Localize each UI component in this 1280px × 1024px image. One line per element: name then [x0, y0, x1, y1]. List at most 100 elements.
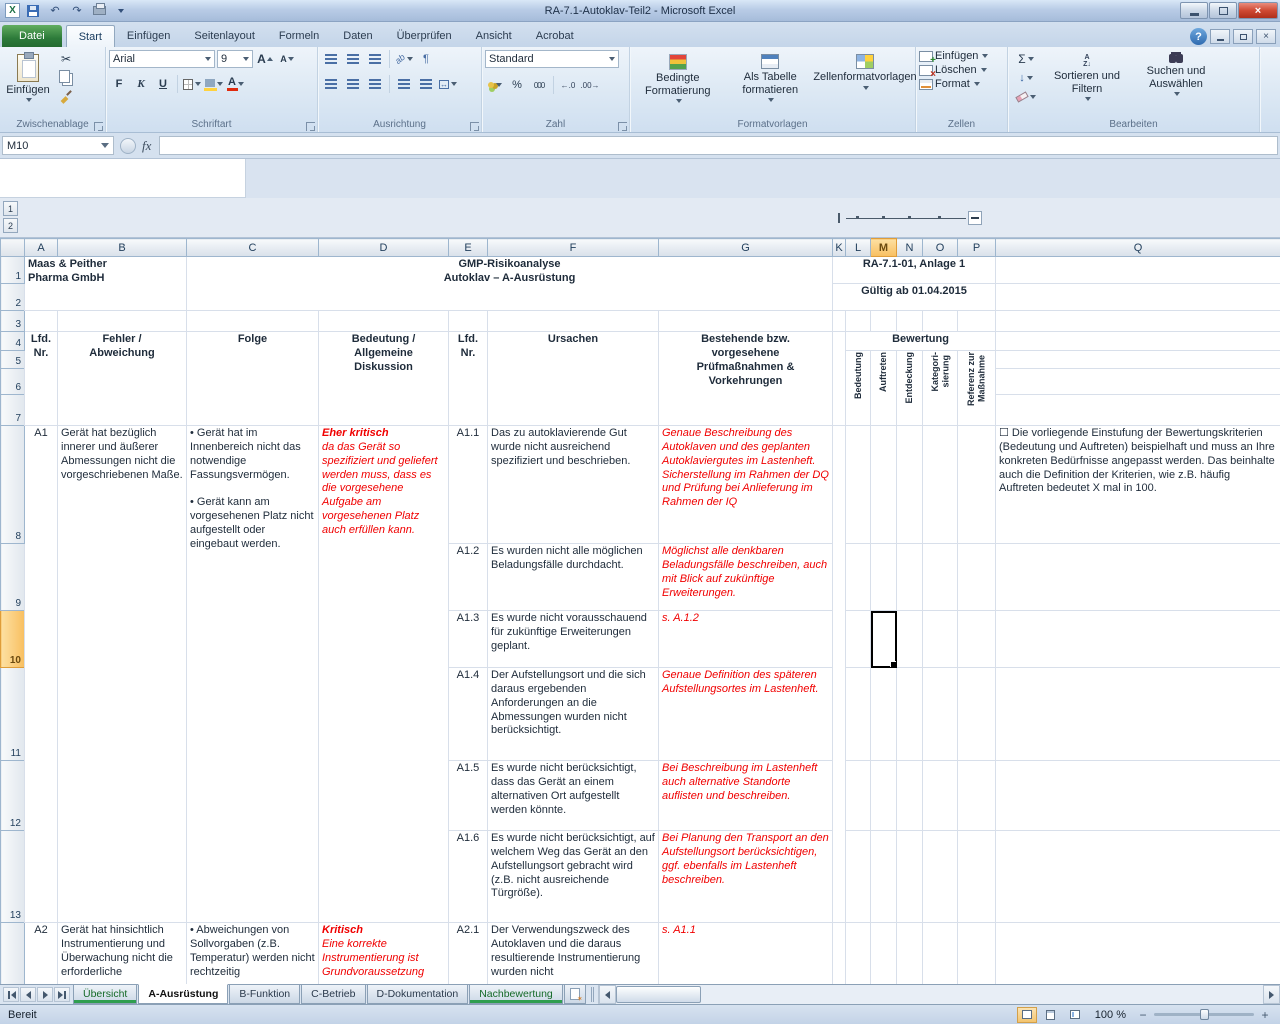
clipboard-dialog-launcher[interactable]: [94, 122, 103, 131]
cell-a1-4-id[interactable]: A1.4: [449, 668, 488, 761]
cell-l8[interactable]: [846, 426, 871, 544]
cell-o8[interactable]: [923, 426, 958, 544]
cell-l9[interactable]: [846, 544, 871, 611]
tab-acrobat[interactable]: Acrobat: [524, 25, 586, 47]
format-as-table-button[interactable]: Als Tabelle formatieren: [726, 50, 816, 107]
cell-q2[interactable]: [996, 284, 1280, 311]
format-painter-button[interactable]: [56, 88, 76, 106]
cell-l10[interactable]: [846, 611, 871, 668]
cell-d3[interactable]: [319, 311, 449, 332]
align-middle-button[interactable]: [343, 50, 363, 68]
cell-l11[interactable]: [846, 668, 871, 761]
cell-q9[interactable]: [996, 544, 1280, 611]
qat-customize-button[interactable]: [112, 2, 130, 19]
cell-a2-1-ursache[interactable]: Der Verwendungszweck des Autoklaven und …: [488, 923, 659, 985]
align-center-button[interactable]: [343, 75, 363, 93]
cell-l13[interactable]: [846, 831, 871, 923]
grow-font-button[interactable]: A: [255, 50, 275, 68]
wrap-text-button[interactable]: [416, 50, 436, 68]
row-header-1[interactable]: 1: [1, 257, 25, 284]
cell-m8[interactable]: [871, 426, 897, 544]
cell-l3[interactable]: [846, 311, 871, 332]
cell-m14[interactable]: [871, 923, 897, 985]
font-dialog-launcher[interactable]: [306, 122, 315, 131]
insert-worksheet-button[interactable]: [564, 985, 586, 1004]
cell-p3[interactable]: [958, 311, 996, 332]
cell-note[interactable]: ☐ Die vorliegende Einstufung der Bewertu…: [996, 426, 1280, 544]
align-bottom-button[interactable]: [365, 50, 385, 68]
cell-a2-id[interactable]: A2: [25, 923, 58, 985]
cell-a2-folge[interactable]: • Abweichungen von Sollvorgaben (z.B. Te…: [187, 923, 319, 985]
column-header-n[interactable]: N: [897, 239, 923, 257]
cell-k4[interactable]: [833, 332, 846, 426]
name-box-dropdown-button[interactable]: [120, 138, 136, 154]
cell-o10[interactable]: [923, 611, 958, 668]
window-close-button[interactable]: ×: [1238, 2, 1278, 19]
cell-q13[interactable]: [996, 831, 1280, 923]
cell-m3[interactable]: [871, 311, 897, 332]
header-folge[interactable]: Folge: [187, 332, 319, 426]
cell-styles-button[interactable]: Zellenformatvorlagen: [818, 50, 912, 107]
cell-o14[interactable]: [923, 923, 958, 985]
cell-n10[interactable]: [897, 611, 923, 668]
sheet-tab-b-funktion[interactable]: B-Funktion: [229, 985, 300, 1004]
fill-color-button[interactable]: [204, 75, 224, 93]
italic-button[interactable]: K: [131, 75, 151, 93]
file-tab[interactable]: Datei: [2, 25, 62, 47]
cell-a1-folge[interactable]: • Gerät hat im Innenbereich nicht das no…: [187, 426, 319, 923]
workbook-close-button[interactable]: ×: [1256, 29, 1276, 44]
cell-f3[interactable]: [488, 311, 659, 332]
cell-p12[interactable]: [958, 761, 996, 831]
cut-button[interactable]: ✂: [56, 50, 76, 68]
sheet-tab-c-betrieb[interactable]: C-Betrieb: [301, 985, 365, 1004]
cell-a1-6-ursache[interactable]: Es wurde nicht berücksichtigt, auf welch…: [488, 831, 659, 923]
cell-a1-5-massnahme[interactable]: Bei Beschreibung im Lastenheft auch alte…: [659, 761, 833, 831]
row-header-13[interactable]: 13: [1, 831, 25, 923]
header-rating-auftreten[interactable]: Auftreten: [871, 351, 897, 426]
cell-l12[interactable]: [846, 761, 871, 831]
cell-n14[interactable]: [897, 923, 923, 985]
cell-a1-2-id[interactable]: A1.2: [449, 544, 488, 611]
cell-a1-1-ursache[interactable]: Das zu autoklavierende Gut wurde nicht a…: [488, 426, 659, 544]
autosum-button[interactable]: Σ: [1011, 50, 1041, 68]
cell-p10[interactable]: [958, 611, 996, 668]
conditional-formatting-button[interactable]: Bedingte Formatierung: [633, 50, 723, 107]
zoom-out-button[interactable]: −: [1136, 1008, 1150, 1022]
align-top-button[interactable]: [321, 50, 341, 68]
cell-p9[interactable]: [958, 544, 996, 611]
scrollbar-track[interactable]: [701, 985, 1263, 1004]
collapse-column-group-button[interactable]: [968, 211, 982, 225]
cell-n8[interactable]: [897, 426, 923, 544]
cell-o9[interactable]: [923, 544, 958, 611]
cell-m11[interactable]: [871, 668, 897, 761]
row-header-8[interactable]: 8: [1, 426, 25, 544]
cell-a1-2-massnahme[interactable]: Möglichst alle denkbaren Beladungsfälle …: [659, 544, 833, 611]
window-maximize-button[interactable]: [1209, 2, 1237, 19]
align-right-button[interactable]: [365, 75, 385, 93]
bold-button[interactable]: F: [109, 75, 129, 93]
cell-a1-6-id[interactable]: A1.6: [449, 831, 488, 923]
column-header-q[interactable]: Q: [996, 239, 1280, 257]
scrollbar-thumb[interactable]: [616, 986, 701, 1003]
cell-e3[interactable]: [449, 311, 488, 332]
cell-n11[interactable]: [897, 668, 923, 761]
cell-o13[interactable]: [923, 831, 958, 923]
merge-center-button[interactable]: ↔: [438, 75, 458, 93]
cell-q10[interactable]: [996, 611, 1280, 668]
cell-p8[interactable]: [958, 426, 996, 544]
header-fehler-abweichung[interactable]: Fehler / Abweichung: [58, 332, 187, 426]
cell-b3[interactable]: [58, 311, 187, 332]
tab-daten[interactable]: Daten: [331, 25, 384, 47]
cell-a1-2-ursache[interactable]: Es wurden nicht alle möglichen Beladungs…: [488, 544, 659, 611]
align-left-button[interactable]: [321, 75, 341, 93]
cell-a1-4-ursache[interactable]: Der Aufstellungsort und die sich daraus …: [488, 668, 659, 761]
cell-a2-bedeutung[interactable]: Kritisch Eine korrekte Instrumentierung …: [319, 923, 449, 985]
outline-level-1-button[interactable]: 1: [3, 201, 18, 216]
sheet-tab-a-ausruestung[interactable]: A-Ausrüstung: [138, 984, 228, 1004]
normal-view-button[interactable]: [1017, 1007, 1037, 1023]
cell-p14[interactable]: [958, 923, 996, 985]
tab-ansicht[interactable]: Ansicht: [464, 25, 524, 47]
cell-q4[interactable]: [996, 332, 1280, 351]
find-select-button[interactable]: Suchen und Auswählen: [1133, 50, 1219, 106]
orientation-button[interactable]: [394, 50, 414, 68]
